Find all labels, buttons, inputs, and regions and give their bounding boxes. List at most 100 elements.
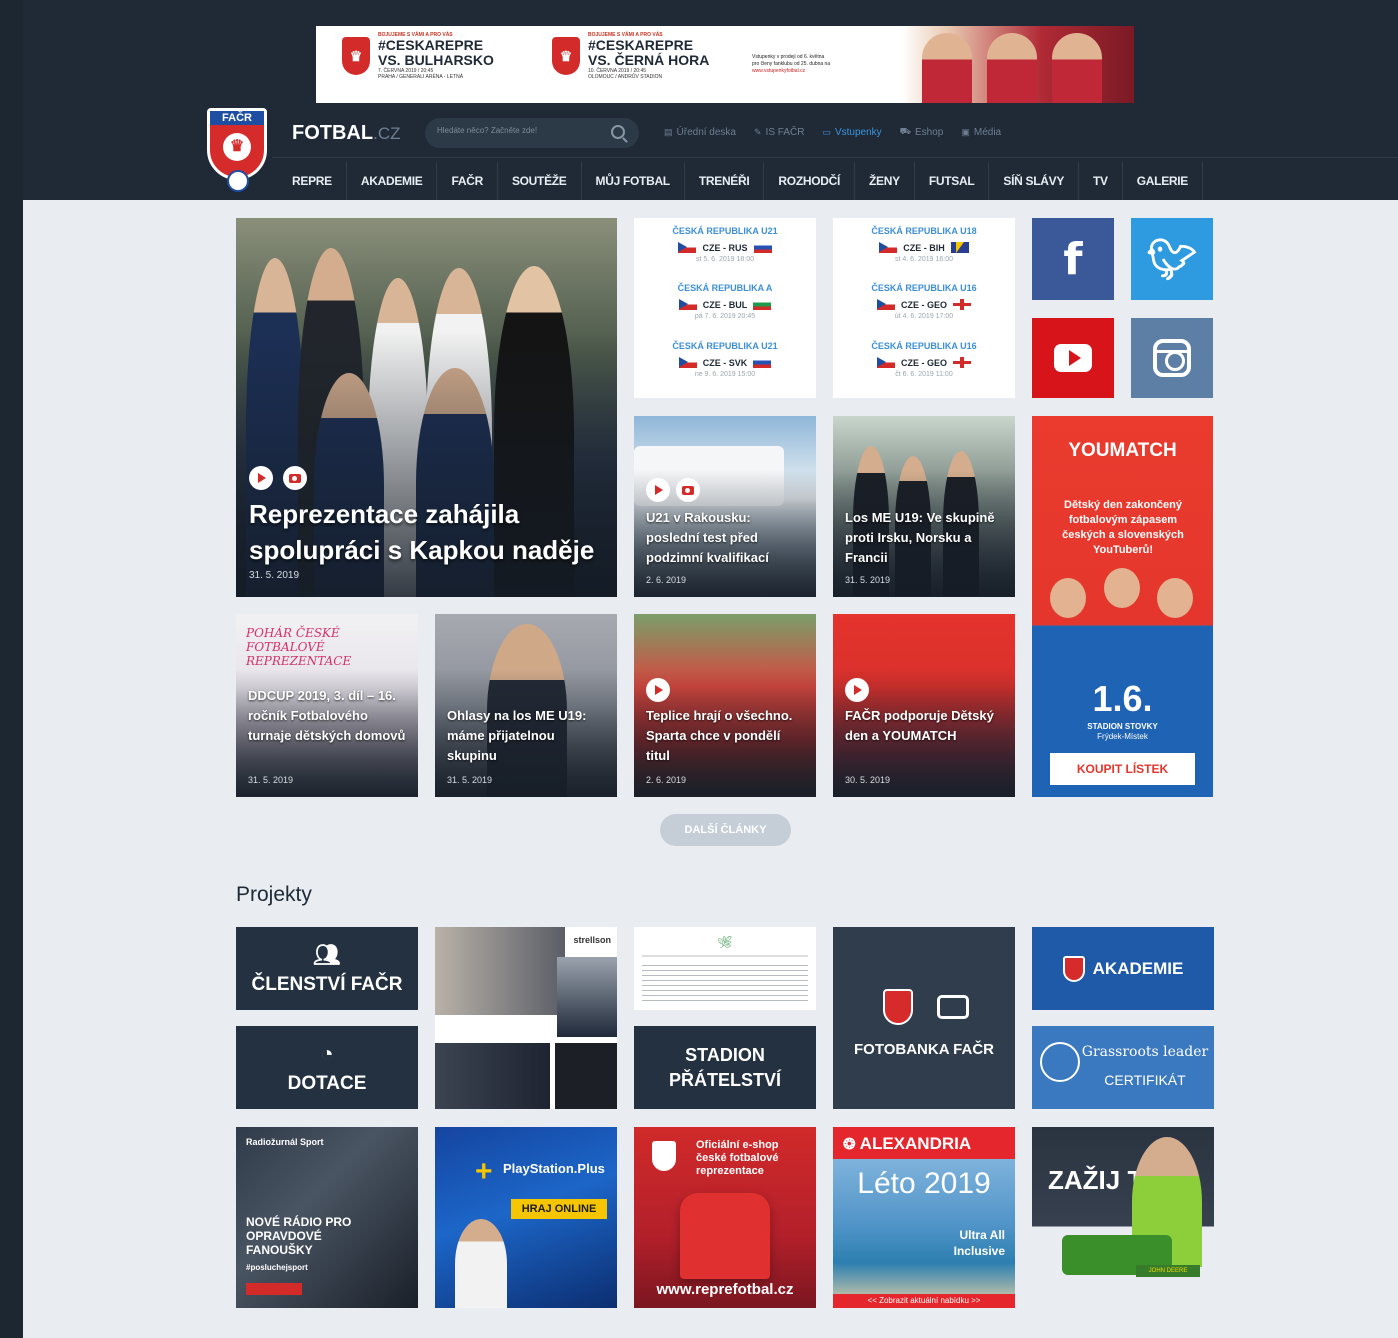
stadium-tile[interactable]: STADION PŘÁTELSTVÍ (634, 1026, 816, 1109)
alexandria-ad[interactable]: ❂ ALEXANDRIA Léto 2019 Ultra All Inclusi… (833, 1127, 1015, 1308)
article-tile[interactable]: U21 v Rakousku: poslední test před podzi… (634, 416, 816, 597)
eshop-url: www.reprefotbal.cz (656, 1281, 794, 1298)
article-tile[interactable]: POHÁR ČESKÉ FOTBALOVÉ REPREZENTACE DDCUP… (236, 614, 418, 797)
radio-cta-button[interactable] (246, 1283, 302, 1295)
plus-icon: + (475, 1155, 493, 1188)
mumt-tile[interactable]: 🌿︎ (634, 927, 816, 1010)
toplink-label: IS FAČR (765, 126, 805, 138)
match-pairing: CZE - RUS (702, 242, 748, 253)
toplink-eshop[interactable]: ⛟ Eshop (900, 126, 944, 138)
nav-item-sin-slavy[interactable]: SÍŇ SLÁVY (989, 162, 1080, 200)
membership-tile[interactable]: 👥︎ ČLENSTVÍ FAČR (236, 927, 418, 1010)
toplink-is-facr[interactable]: ✎ IS FAČR (754, 126, 804, 138)
buy-ticket-button[interactable]: KOUPIT LÍSTEK (1050, 753, 1195, 785)
radio-headline: NOVÉ RÁDIO PRO OPRAVDOVÉ FANOUŠKY (246, 1215, 352, 1257)
grassroots-tile[interactable]: Grassroots leader CERTIFIKÁT (1032, 1026, 1214, 1109)
certificate-label: CERTIFIKÁT (1104, 1072, 1186, 1088)
grants-label: DOTACE (287, 1072, 367, 1094)
youtube-link[interactable] (1032, 318, 1114, 398)
site-name-tld: .CZ (373, 124, 401, 143)
match-pairing: CZE - BIH (903, 242, 945, 253)
search-box (425, 118, 639, 148)
nav-item-futsal[interactable]: FUTSAL (915, 162, 990, 200)
search-input[interactable] (437, 126, 607, 135)
nav-item-treneri[interactable]: TRENÉŘI (685, 162, 765, 200)
members-icon: 👥︎ (313, 941, 341, 967)
play-icon (646, 678, 670, 702)
alexandria-subtitle: Ultra All Inclusive (953, 1228, 1005, 1258)
featured-article[interactable]: Reprezentace zahájila spolupráci s Kapko… (236, 218, 617, 597)
ad-photo (557, 957, 617, 1037)
article-tile[interactable]: Teplice hrají o všechno. Sparta chce v p… (634, 614, 816, 797)
search-icon[interactable] (611, 125, 625, 139)
match-date: čt 6. 6. 2019 11:00 (895, 371, 953, 378)
playstation-ad[interactable]: + PlayStation.Plus HRAJ ONLINE (435, 1127, 617, 1308)
article-tile[interactable]: FAČR podporuje Dětský den a YOUMATCH 30.… (833, 614, 1015, 797)
article-title: FAČR podporuje Dětský den a YOUMATCH (845, 708, 994, 743)
board-icon: ▤ (664, 126, 673, 137)
georgia-flag-icon (953, 357, 971, 368)
match-item[interactable]: ČESKÁ REPUBLIKA U18 CZE - BIH st 4. 6. 2… (833, 226, 1015, 263)
person-head (1157, 578, 1193, 618)
article-date: 31. 5. 2019 (447, 775, 493, 785)
play-online-button[interactable]: HRAJ ONLINE (511, 1199, 607, 1219)
youmatch-description: Dětský den zakončený fotbalovým zápasem … (1062, 499, 1184, 556)
nav-item-zeny[interactable]: ŽENY (855, 162, 915, 200)
match-pairing: CZE - SVK (702, 357, 748, 368)
radio-ad[interactable]: Radiožurnál Sport NOVÉ RÁDIO PRO OPRAVDO… (236, 1127, 418, 1308)
match-item[interactable]: ČESKÁ REPUBLIKA U16 CZE - GEO čt 6. 6. 2… (833, 341, 1015, 378)
nav-item-rozhodci[interactable]: ROZHODČÍ (764, 162, 856, 200)
match-item[interactable]: ČESKÁ REPUBLIKA A CZE - BUL pá 7. 6. 201… (634, 283, 816, 320)
john-deere-ad[interactable]: ZAŽIJ TO JOHN DEERE (1032, 1127, 1214, 1308)
more-articles-button[interactable]: DALŠÍ ČLÁNKY (660, 814, 791, 846)
play-icon (249, 466, 273, 490)
match-pairing: CZE - GEO (900, 357, 947, 368)
twitter-icon: 🐦︎ (1146, 236, 1198, 283)
match-team: ČESKÁ REPUBLIKA U18 (871, 226, 977, 236)
top-ad-banner[interactable]: ♛ BOJUJEME S VÁMI A PRO VÁS #CESKAREPRE … (316, 26, 1134, 103)
photobank-tile[interactable]: FOTOBANKA FAČR (833, 927, 1015, 1109)
article-date: 2. 6. 2019 (646, 775, 687, 785)
academy-tile[interactable]: AKADEMIE (1032, 927, 1214, 1010)
article-title: U21 v Rakousku: poslední test před podzi… (646, 510, 769, 565)
alexandria-link[interactable]: << Zobrazit aktuální nabídku >> (833, 1294, 1015, 1308)
match-item[interactable]: ČESKÁ REPUBLIKA U21 CZE - SVK ne 9. 6. 2… (634, 341, 816, 378)
pen-icon: ✎ (754, 126, 762, 137)
match-item[interactable]: ČESKÁ REPUBLIKA U16 CZE - GEO út 4. 6. 2… (833, 283, 1015, 320)
grants-tile[interactable]: ◔ DOTACE (236, 1026, 418, 1109)
facebook-link[interactable]: f (1032, 218, 1114, 300)
facebook-icon: f (1063, 233, 1083, 285)
nav-item-tv[interactable]: TV (1079, 162, 1123, 200)
eshop-ad[interactable]: Oficiální e-shop české fotbalové repreze… (634, 1127, 816, 1308)
nav-item-akademie[interactable]: AKADEMIE (347, 162, 438, 200)
toplink-uredni-deska[interactable]: ▤ Úřední deska (664, 126, 736, 138)
nav-item-souteze[interactable]: SOUTĚŽE (498, 162, 582, 200)
site-name[interactable]: FOTBAL.CZ (292, 122, 400, 145)
play-icon (845, 678, 869, 702)
nav-item-galerie[interactable]: GALERIE (1123, 162, 1204, 200)
twitter-link[interactable]: 🐦︎ (1131, 218, 1213, 300)
lion-crest-icon: ♛ (342, 37, 370, 75)
nav-item-muj-fotbal[interactable]: MŮJ FOTBAL (582, 162, 685, 200)
match-item[interactable]: ČESKÁ REPUBLIKA U21 CZE - RUS st 5. 6. 2… (634, 226, 816, 263)
nav-item-repre[interactable]: REPRE (278, 162, 347, 200)
player-photo (1052, 33, 1102, 103)
toplink-vstupenky[interactable]: ▭ Vstupenky (822, 126, 881, 138)
toplink-media[interactable]: ▣ Média (961, 126, 1001, 138)
text-block (642, 961, 808, 1001)
youmatch-ad[interactable]: YOUMATCH Dětský den zakončený fotbalovým… (1032, 416, 1213, 797)
czech-flag-icon (678, 357, 697, 368)
alexandria-logo-icon: ❂ (843, 1136, 856, 1153)
strellson-ad[interactable]: strellson (435, 927, 617, 1109)
facr-logo[interactable]: FAČR ♛ (207, 108, 267, 192)
article-tile[interactable]: Ohlasy na los ME U19: máme přijatelnou s… (435, 614, 617, 797)
instagram-link[interactable] (1131, 318, 1213, 398)
camera-icon (937, 995, 969, 1019)
youtube-icon (1054, 344, 1092, 372)
article-tile[interactable]: Los ME U19: Ve skupině proti Irsku, Nors… (833, 416, 1015, 597)
youmatch-place: STADION STOVKY Frýdek-Místek (1087, 722, 1158, 741)
nav-item-facr[interactable]: FAČR (437, 162, 498, 200)
ad-photo (435, 927, 565, 1015)
match-team: ČESKÁ REPUBLIKA U21 (672, 226, 778, 236)
match-pairing: CZE - BUL (702, 299, 748, 310)
